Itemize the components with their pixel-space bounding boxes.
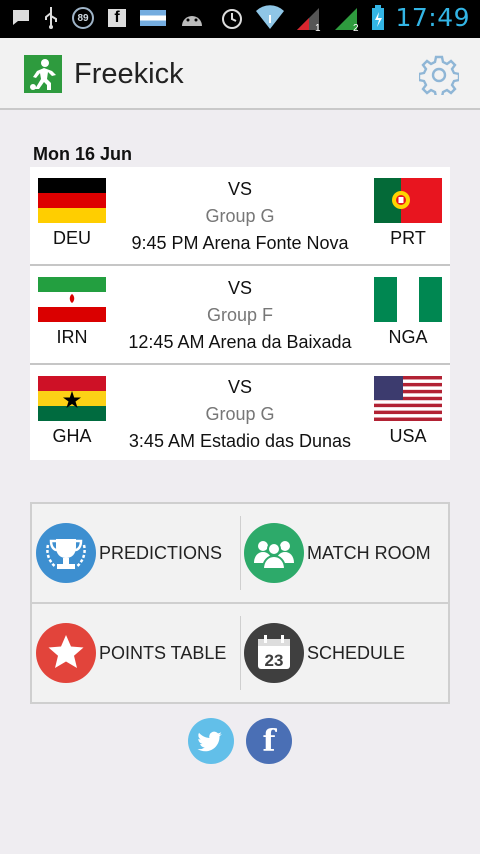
match-row[interactable]: IRN VS Group F 12:45 AM Arena da Baixada…: [30, 266, 450, 365]
alarm-icon: [222, 8, 243, 29]
signal-1-icon: 1: [297, 7, 321, 32]
usa-flag: [374, 376, 442, 421]
battery-icon: [372, 4, 385, 30]
nigeria-flag: [374, 277, 442, 322]
wifi-icon: [256, 4, 285, 29]
twitter-icon[interactable]: [188, 718, 234, 764]
away-team-code: USA: [389, 426, 427, 446]
facebook-icon[interactable]: f: [246, 718, 292, 764]
people-icon: [244, 523, 304, 583]
match-room-button[interactable]: MATCH ROOM: [240, 504, 448, 602]
calendar-icon: 23: [244, 623, 304, 683]
signal-2-icon: 2: [335, 7, 359, 32]
schedule-button[interactable]: 23 SCHEDULE: [240, 604, 448, 702]
match-room-label: MATCH ROOM: [307, 543, 431, 563]
svg-text:2: 2: [353, 23, 359, 32]
match-row[interactable]: GHA VS Group G 3:45 AM Estadio das Dunas…: [30, 365, 450, 460]
notification-badge: 89: [72, 7, 94, 29]
schedule-label: SCHEDULE: [307, 643, 406, 663]
star-icon: [36, 623, 96, 683]
android-icon: [182, 16, 202, 26]
action-bar: Freekick: [0, 38, 480, 110]
match-list: DEU VS Group G 9:45 PM Arena Fonte Nova …: [30, 167, 450, 460]
usb-icon: [45, 7, 57, 29]
svg-text:1: 1: [315, 23, 321, 32]
trophy-icon: [36, 523, 96, 583]
clock: 17:49: [395, 3, 470, 32]
match-row[interactable]: DEU VS Group G 9:45 PM Arena Fonte Nova …: [30, 167, 450, 266]
date-heading: Mon 16 Jun: [33, 144, 133, 164]
away-team-code: NGA: [388, 327, 428, 347]
facebook-glyph: f: [262, 724, 276, 759]
argentina-flag-icon: [140, 10, 166, 26]
portugal-flag: [374, 178, 442, 223]
gear-icon[interactable]: [419, 55, 459, 95]
points-table-label: POINTS TABLE: [99, 643, 227, 663]
chat-icon: [13, 10, 29, 25]
app-title: Freekick: [74, 58, 184, 90]
soccer-player-icon[interactable]: [24, 55, 62, 93]
status-bar: 89 f 1 2 17:49: [0, 0, 480, 38]
facebook-notification-icon: f: [108, 9, 126, 27]
away-team-code: PRT: [390, 228, 426, 248]
predictions-label: PREDICTIONS: [99, 543, 223, 563]
points-table-button[interactable]: POINTS TABLE: [32, 604, 240, 702]
predictions-button[interactable]: PREDICTIONS: [32, 504, 240, 602]
menu-grid: PREDICTIONS MATCH ROOM POINTS TABLE 23 S…: [30, 502, 450, 704]
svg-text:23: 23: [265, 651, 284, 670]
